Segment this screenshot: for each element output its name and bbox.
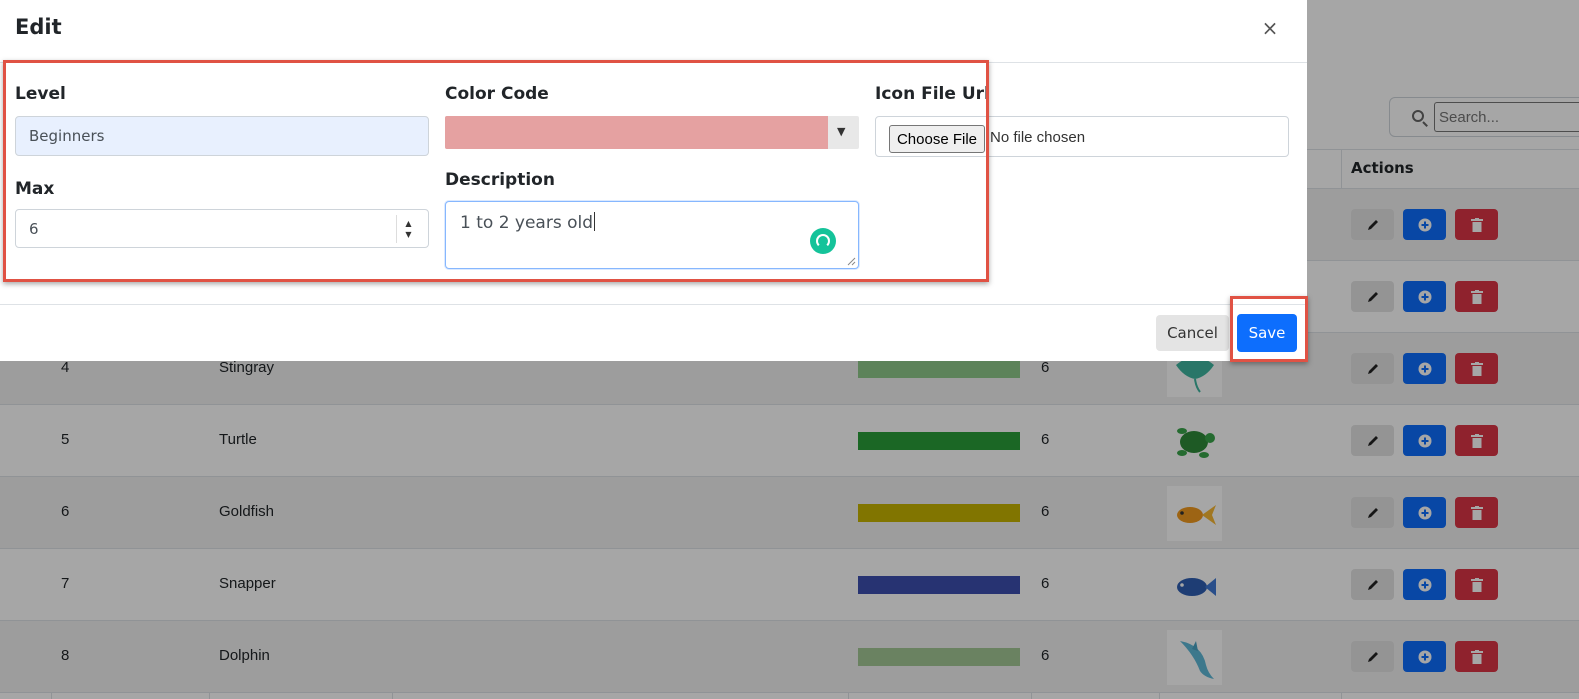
chevron-down-icon[interactable]: ▼ [405, 229, 411, 240]
description-textarea[interactable]: 1 to 2 years old [445, 201, 859, 269]
edit-modal: Edit × Level Beginners Max 6 ▲ ▼ Color C… [0, 0, 1308, 362]
close-icon[interactable]: × [1258, 16, 1282, 40]
color-code-select[interactable]: ▼ [445, 116, 859, 149]
description-value: 1 to 2 years old [460, 213, 594, 233]
cancel-button[interactable]: Cancel [1156, 315, 1229, 351]
file-status-text: No file chosen [990, 129, 1086, 146]
level-label: Level [15, 84, 66, 104]
level-input[interactable]: Beginners [15, 116, 429, 156]
modal-title: Edit [15, 15, 62, 39]
choose-file-button[interactable]: Choose File [889, 125, 985, 153]
max-input[interactable]: 6 ▲ ▼ [15, 209, 429, 248]
modal-header: Edit × [0, 0, 1307, 63]
max-value: 6 [29, 219, 39, 238]
color-code-label: Color Code [445, 84, 549, 104]
resize-handle-icon[interactable] [846, 256, 856, 266]
modal-footer [0, 304, 1307, 361]
chevron-up-icon[interactable]: ▲ [405, 218, 411, 229]
icon-file-url-label: Icon File Url [875, 84, 990, 104]
max-label: Max [15, 179, 55, 199]
text-cursor [594, 212, 596, 231]
max-stepper[interactable]: ▲ ▼ [396, 215, 420, 243]
level-value: Beginners [29, 127, 105, 145]
grammarly-icon[interactable] [810, 228, 836, 254]
chevron-down-icon: ▼ [837, 125, 846, 138]
color-code-swatch [445, 116, 828, 149]
save-button[interactable]: Save [1237, 314, 1297, 352]
icon-file-input[interactable]: Choose File No file chosen [875, 116, 1289, 157]
description-label: Description [445, 170, 555, 190]
